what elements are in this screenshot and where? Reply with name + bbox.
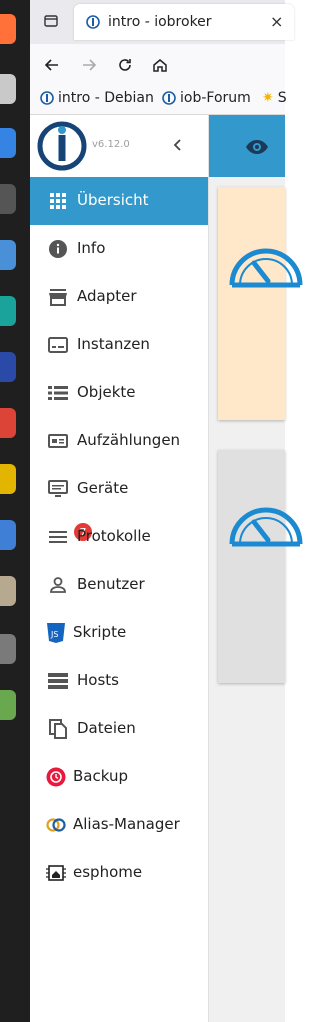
info-icon [46,237,70,261]
firefox-dock-icon[interactable] [0,14,16,44]
sidebar-item-label: Backup [73,767,128,785]
store-icon [46,285,70,309]
speedometer-icon [229,248,303,288]
app-dock-icon[interactable] [0,576,16,606]
sidebar-item-label: Geräte [77,479,129,497]
bookmarks-bar: intro - Debian iob-Forum ✷ S [30,86,287,115]
trash-dock-icon[interactable] [0,690,16,720]
sidebar-item-esphome[interactable]: esphome [30,849,208,897]
reload-button[interactable] [113,53,137,77]
enum-icon [46,429,70,453]
sidebar-item-label: Alias-Manager [73,815,180,833]
sidebar-item-label: esphome [73,863,143,881]
sidebar-item-objekte[interactable]: Objekte [30,369,208,417]
app-dock-icon[interactable] [0,464,16,494]
js-icon: JS [44,621,68,645]
sidebar-item-label: Objekte [77,383,136,401]
sidebar-item-label: Adapter [77,287,137,305]
main-content [209,115,303,1022]
tab-close-icon[interactable]: × [270,12,283,31]
chevron-left-icon [173,139,181,151]
browser-tab[interactable]: intro - iobroker × [74,4,294,40]
help-dock-icon[interactable] [0,128,16,158]
iobroker-favicon-icon [86,15,100,29]
sidebar-item-hosts[interactable]: Hosts [30,657,208,705]
back-button[interactable] [40,53,64,77]
list-icon [46,381,70,405]
app-dock-icon[interactable] [0,296,16,326]
version-label: v6.12.0 [92,139,130,150]
sidebar-item-label: Protokolle [77,527,151,545]
sidebar-item-label: Instanzen [77,335,150,353]
browser-nav-bar [30,44,285,86]
sidebar-item-adapter[interactable]: Adapter [30,273,208,321]
sidebar-item-label: Skripte [73,623,127,641]
os-dock [0,0,30,1022]
sidebar-item-info[interactable]: Info [30,225,208,273]
bookmark-iob-forum[interactable]: iob-Forum [162,90,251,106]
sidebar-item-label: Aufzählungen [77,431,181,449]
app-dock-icon[interactable] [0,352,16,382]
tab-title: intro - iobroker [108,14,212,30]
sidebar-item-instanzen[interactable]: Instanzen [30,321,208,369]
home-button[interactable] [148,53,172,77]
eye-icon[interactable] [245,135,269,159]
instances-icon [46,333,70,357]
sidebar-item-label: Benutzer [77,575,145,593]
iobroker-icon [40,91,54,105]
devices-icon [46,477,70,501]
sd-card-dock-icon[interactable] [0,634,16,664]
sidebar-item-label: Info [77,239,106,257]
reload-icon [119,59,131,71]
instance-card[interactable] [218,187,303,420]
log-icon: 7 [46,523,92,549]
arrow-right-icon [83,59,97,71]
app-toolbar [209,115,285,177]
backup-icon [44,765,68,789]
arrow-left-icon [44,59,58,71]
sidebar-item-dateien[interactable]: Dateien [30,705,208,753]
sidebar-item-skripte[interactable]: JS Skripte [30,609,208,657]
sidebar-item-backup[interactable]: Backup [30,753,208,801]
browser-tab-bar: intro - iobroker × [30,0,294,44]
speedometer-icon [229,507,303,547]
bookmark-intro-debian[interactable]: intro - Debian [40,90,154,106]
files-icon [46,717,70,741]
sidebar-item-label: Übersicht [77,191,149,209]
sidebar-item-label: Hosts [77,671,119,689]
sun-icon: ✷ [262,90,274,106]
sidebar-item-alias-manager[interactable]: Alias-Manager [30,801,208,849]
instance-card[interactable] [218,450,303,683]
bookmark-s[interactable]: ✷ S [262,90,287,106]
sidebar-item-protokolle[interactable]: 7 Protokolle [30,513,208,561]
grid-icon [46,189,70,213]
tab-overview-button[interactable] [38,8,64,34]
sidebar: v6.12.0 Übersicht Info Adapter Instanzen… [30,115,209,1022]
collapse-sidebar-button[interactable] [168,135,188,155]
sidebar-item-aufzaehlungen[interactable]: Aufzählungen [30,417,208,465]
app-dock-icon[interactable] [0,184,16,214]
sidebar-header: v6.12.0 [30,115,208,177]
sidebar-item-label: Dateien [77,719,136,737]
app-dock-icon[interactable] [0,74,16,104]
iobroker-logo-icon [37,121,87,171]
alias-icon [44,813,68,837]
home-icon [153,59,167,72]
esphome-icon [44,861,68,885]
forward-button[interactable] [77,53,101,77]
chrome-dock-icon[interactable] [0,408,16,438]
iobroker-icon [162,91,176,105]
svg-text:JS: JS [50,630,58,639]
user-icon [46,573,70,597]
sidebar-item-uebersicht[interactable]: Übersicht [30,177,208,225]
sidebar-item-benutzer[interactable]: Benutzer [30,561,208,609]
document-dock-icon[interactable] [0,240,16,270]
editor-dock-icon[interactable] [0,520,16,550]
hosts-icon [46,669,70,693]
sidebar-item-geraete[interactable]: Geräte [30,465,208,513]
